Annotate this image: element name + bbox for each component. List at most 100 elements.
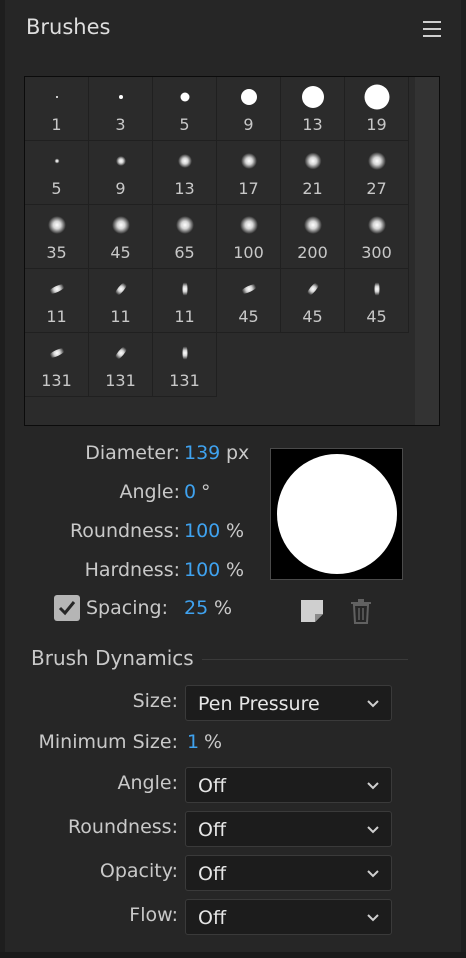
brush-tip-cell[interactable]: 131 (25, 333, 89, 397)
brush-tip-icon (240, 153, 257, 169)
brush-size-label: 9 (243, 115, 254, 134)
angle-label: Angle: (119, 481, 180, 503)
roundness-value[interactable]: 100 (184, 520, 220, 542)
brush-tip-cell[interactable]: 3 (89, 77, 153, 141)
brush-tip-icon (111, 216, 130, 234)
angle-value[interactable]: 0 (184, 481, 196, 503)
brush-tip-icon (112, 344, 129, 362)
new-brush-icon[interactable] (299, 598, 325, 624)
minimum-size-label: Minimum Size: (38, 731, 179, 753)
brush-tip-icon (54, 158, 59, 164)
diameter-value[interactable]: 139 (184, 442, 220, 464)
opacity-dropdown[interactable]: Off (185, 855, 392, 891)
dyn-angle-label: Angle: (117, 772, 178, 794)
brush-size-label: 11 (174, 307, 195, 326)
brush-tip-cell[interactable]: 65 (153, 205, 217, 269)
brush-tip-cell[interactable]: 200 (281, 205, 345, 269)
brush-tip-icon (364, 84, 389, 110)
brush-size-label: 45 (238, 307, 259, 326)
chevron-down-icon (367, 914, 379, 922)
flow-label: Flow: (129, 904, 178, 926)
hardness-value[interactable]: 100 (184, 559, 220, 581)
brush-tip-cell[interactable]: 5 (25, 141, 89, 205)
panel-title: Brushes (26, 15, 111, 39)
brush-tip-icon (118, 95, 123, 99)
minimum-size-unit: % (204, 731, 223, 753)
trash-icon[interactable] (350, 598, 372, 624)
brush-tip-icon (115, 156, 126, 166)
brush-tip-icon (46, 282, 67, 296)
brush-size-label: 35 (46, 243, 67, 262)
brush-size-label: 131 (105, 371, 136, 390)
brush-tip-cell[interactable]: 13 (281, 77, 345, 141)
brush-size-label: 5 (179, 115, 190, 134)
chevron-down-icon (367, 700, 379, 708)
brush-tip-icon (303, 216, 322, 234)
brush-tip-cell[interactable]: 5 (153, 77, 217, 141)
brush-tip-cell[interactable]: 11 (25, 269, 89, 333)
spacing-value[interactable]: 25 (184, 597, 208, 619)
brush-tip-cell[interactable]: 9 (217, 77, 281, 141)
brush-tip-cell[interactable]: 11 (89, 269, 153, 333)
brush-tip-icon (182, 280, 187, 298)
panel-left-edge (0, 0, 5, 958)
roundness-dropdown[interactable]: Off (185, 811, 392, 847)
size-dropdown[interactable]: Pen Pressure (185, 685, 392, 721)
brush-tip-icon (238, 282, 259, 296)
roundness-unit: % (226, 520, 245, 542)
brush-tip-cell[interactable]: 131 (153, 333, 217, 397)
brush-size-label: 27 (366, 179, 387, 198)
brush-size-label: 131 (41, 371, 72, 390)
chevron-down-icon (367, 870, 379, 878)
brush-tip-icon (177, 154, 192, 168)
brush-tip-icon (367, 216, 386, 234)
brush-tip-cell[interactable]: 17 (217, 141, 281, 205)
grid-scrollbar[interactable] (415, 77, 439, 425)
spacing-checkbox[interactable] (54, 595, 80, 621)
brush-tip-cell[interactable]: 100 (217, 205, 281, 269)
brush-tip-icon (180, 92, 189, 102)
brush-tip-cell[interactable]: 45 (345, 269, 409, 333)
panel-bottom-bar (0, 952, 466, 958)
brush-tip-cell[interactable]: 45 (217, 269, 281, 333)
brush-tip-cell[interactable]: 45 (281, 269, 345, 333)
brush-tip-cell[interactable]: 19 (345, 77, 409, 141)
section-divider (202, 659, 408, 660)
brush-tip-icon (374, 280, 379, 298)
brush-tip-cell[interactable]: 1 (25, 77, 89, 141)
hardness-label: Hardness: (84, 559, 180, 581)
brush-preview-circle (277, 454, 397, 574)
brush-size-label: 200 (297, 243, 328, 262)
brush-size-label: 17 (238, 179, 259, 198)
brush-tip-cell[interactable]: 9 (89, 141, 153, 205)
brush-tip-cell[interactable]: 27 (345, 141, 409, 205)
hardness-unit: % (226, 559, 245, 581)
chevron-down-icon (367, 826, 379, 834)
checkmark-icon (58, 601, 76, 616)
brush-tip-icon (301, 86, 324, 108)
brush-size-label: 3 (115, 115, 126, 134)
brush-tip-cell[interactable]: 13 (153, 141, 217, 205)
brush-tip-cell[interactable]: 300 (345, 205, 409, 269)
brush-tip-icon (55, 96, 58, 98)
brush-size-label: 5 (51, 179, 62, 198)
brush-size-label: 1 (51, 115, 62, 134)
brush-tip-grid: 1 3 5 9 13 19 5 9 13 17 21 27 35 45 65 100 200 300 11 11 11 4… (24, 76, 440, 426)
roundness-dropdown-value: Off (198, 819, 227, 841)
brush-size-label: 11 (46, 307, 67, 326)
brush-tip-cell[interactable]: 35 (25, 205, 89, 269)
brush-size-label: 21 (302, 179, 323, 198)
brushes-panel: Brushes 1 3 5 9 13 19 5 9 13 17 21 27 35 45 65 100 200 30… (0, 0, 466, 958)
flow-dropdown[interactable]: Off (185, 899, 392, 935)
brush-tip-cell[interactable]: 45 (89, 205, 153, 269)
brush-tip-cell[interactable]: 21 (281, 141, 345, 205)
brush-tip-icon (175, 216, 194, 234)
angle-dropdown[interactable]: Off (185, 767, 392, 803)
brush-tip-cell[interactable]: 131 (89, 333, 153, 397)
size-label: Size: (132, 690, 178, 712)
brush-tip-icon (304, 152, 321, 170)
minimum-size-value[interactable]: 1 (187, 731, 199, 753)
hamburger-menu-icon[interactable] (423, 21, 441, 37)
brush-tip-cell[interactable]: 11 (153, 269, 217, 333)
brush-size-label: 131 (169, 371, 200, 390)
